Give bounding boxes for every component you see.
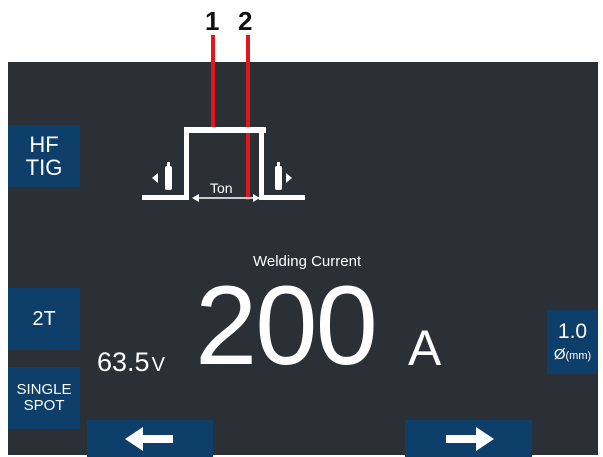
- welding-current-value: 200: [195, 263, 378, 388]
- diagram-rise-line: [184, 131, 189, 200]
- trigger-mode-button[interactable]: 2T: [8, 288, 80, 350]
- gas-preflow-icon: [152, 162, 172, 190]
- mode-line-2: TIG: [25, 155, 63, 180]
- mode-line-1: HF: [29, 131, 59, 157]
- next-button[interactable]: [405, 420, 532, 457]
- spot-line-2: SPOT: [23, 397, 65, 414]
- mode-button-hf-tig[interactable]: HF TIG: [8, 125, 80, 187]
- left-arrow-icon: [125, 426, 173, 451]
- electrode-diameter-value: 1.0: [557, 320, 588, 344]
- voltage-number: 63.5: [97, 347, 150, 377]
- ton-label: Ton: [210, 180, 233, 196]
- electrode-diameter-unit: Ø(mm): [553, 346, 592, 364]
- voltage-unit: V: [151, 354, 165, 376]
- gas-postflow-icon: [275, 162, 292, 190]
- voltage-value: 63.5 V: [97, 347, 165, 378]
- diagram-baseline-left: [142, 195, 188, 200]
- diagram-baseline-right: [259, 195, 305, 200]
- previous-button[interactable]: [87, 420, 213, 457]
- diagram-pulse-top: [184, 127, 266, 133]
- spot-time-diagram: Ton: [142, 127, 305, 202]
- spot-line-1: SINGLE: [16, 381, 72, 399]
- spot-mode-button[interactable]: SINGLE SPOT: [8, 367, 80, 429]
- trigger-mode-label: 2T: [32, 307, 56, 330]
- electrode-diameter-button[interactable]: 1.0 Ø(mm): [547, 310, 598, 374]
- diagram-fall-line: [259, 131, 264, 200]
- right-arrow-icon: [445, 426, 494, 451]
- current-unit: A: [408, 320, 442, 376]
